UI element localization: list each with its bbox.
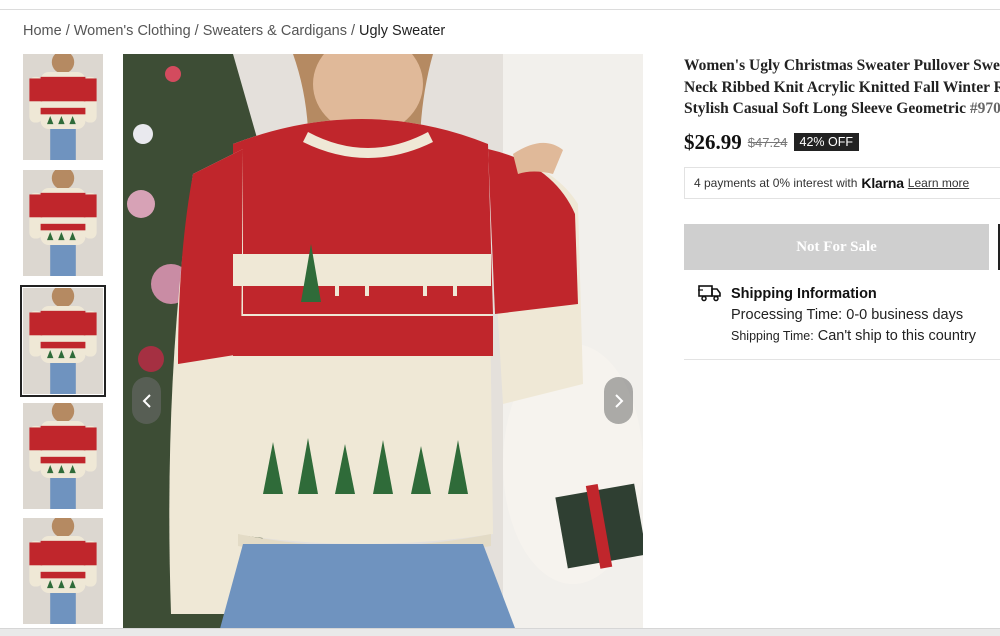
breadcrumb-separator: / — [194, 23, 199, 39]
breadcrumb-separator: / — [350, 23, 355, 39]
breadcrumb-separator: / — [65, 23, 70, 39]
thumbnail-2[interactable] — [23, 170, 103, 276]
next-image-button[interactable] — [604, 377, 633, 424]
breadcrumb-womens-clothing[interactable]: Women's Clothing — [74, 23, 191, 39]
klarna-payment-info: 4 payments at 0% interest with Klarna Le… — [684, 167, 1000, 199]
chevron-left-icon — [142, 393, 151, 408]
header-divider — [0, 9, 1000, 10]
klarna-logo: Klarna — [861, 175, 904, 191]
thumbnail-image — [23, 170, 103, 276]
processing-time-label: Processing Time: — [731, 307, 843, 323]
delivery-truck-icon — [698, 285, 721, 302]
product-title: Women's Ugly Christmas Sweater Pullover … — [684, 55, 1000, 121]
sale-price: $26.99 — [684, 129, 742, 154]
thumbnail-4[interactable] — [23, 403, 103, 509]
shipping-info-title: Shipping Information — [731, 286, 877, 302]
thumbnail-image — [23, 288, 103, 394]
previous-image-button[interactable] — [132, 377, 161, 424]
thumbnail-5[interactable] — [23, 518, 103, 624]
breadcrumb-home[interactable]: Home — [23, 23, 62, 39]
klarna-text: 4 payments at 0% interest with — [694, 176, 858, 190]
product-sku: #97061 — [969, 100, 1000, 117]
window-bottom-edge — [0, 628, 1000, 636]
product-photo — [123, 54, 643, 636]
product-title-line-3: Stylish Casual Soft Long Sleeve Geometri… — [684, 98, 1000, 120]
product-title-line-1: Women's Ugly Christmas Sweater Pullover … — [684, 57, 1000, 74]
breadcrumb-sweaters-cardigans[interactable]: Sweaters & Cardigans — [203, 23, 347, 39]
breadcrumb-current: Ugly Sweater — [359, 23, 446, 39]
shipping-time-value: Can't ship to this country — [817, 328, 977, 344]
price-row: $26.99 $47.24 42% OFF — [684, 129, 860, 155]
discount-badge: 42% OFF — [793, 133, 860, 151]
klarna-learn-more-link[interactable]: Learn more — [908, 176, 969, 190]
section-divider — [684, 359, 1000, 360]
product-title-line-3-text: Stylish Casual Soft Long Sleeve Geometri… — [684, 100, 970, 117]
thumbnail-1[interactable] — [23, 54, 103, 160]
processing-time-value: 0-0 business days — [846, 307, 964, 323]
thumbnail-3-selected[interactable] — [20, 285, 106, 397]
not-for-sale-button[interactable]: Not For Sale — [684, 224, 989, 270]
breadcrumb: Home / Women's Clothing / Sweaters & Cardiga… — [23, 23, 445, 39]
product-title-line-2: Neck Ribbed Knit Acrylic Knitted Fall Wi… — [684, 78, 1000, 96]
shipping-time: Shipping Time: Can't ship to this countr… — [731, 328, 976, 344]
shipping-time-label: Shipping Time: — [731, 329, 814, 343]
main-product-image — [123, 54, 643, 636]
processing-time: Processing Time: 0-0 business days — [731, 307, 963, 323]
thumbnail-image — [23, 518, 103, 624]
original-price: $47.24 — [747, 134, 788, 150]
thumbnail-image — [23, 54, 103, 160]
chevron-right-icon — [614, 393, 623, 408]
thumbnail-image — [23, 403, 103, 509]
